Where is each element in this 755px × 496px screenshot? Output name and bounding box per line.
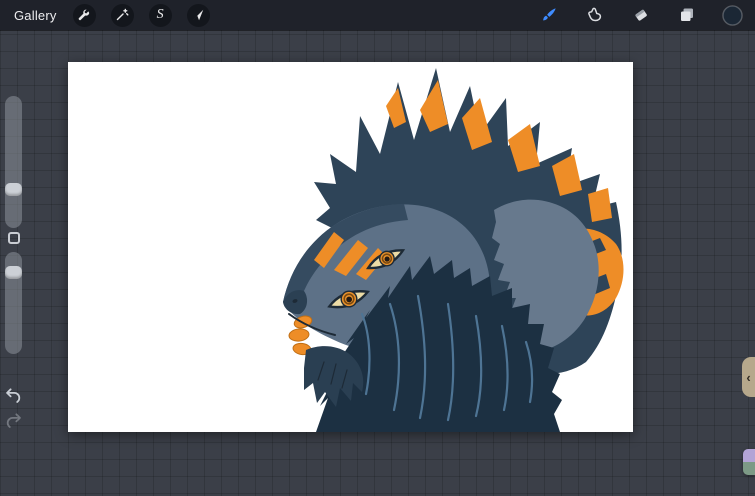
smudge-tool-button[interactable] xyxy=(584,5,605,26)
color-button[interactable] xyxy=(722,4,743,26)
procreate-screen: Gallery S ‹ xyxy=(0,0,755,496)
redo-arrow-icon xyxy=(6,413,21,428)
paint-tool-button[interactable] xyxy=(538,5,559,26)
wrench-icon xyxy=(78,9,90,21)
selection-s-icon: S xyxy=(156,7,164,22)
transform-arrow-icon xyxy=(193,9,204,21)
mini-palette-swatch-bottom xyxy=(743,462,755,475)
chin-mark xyxy=(288,328,310,342)
crest-stripe xyxy=(588,188,612,222)
layers-button[interactable] xyxy=(676,5,697,26)
drawing-canvas[interactable] xyxy=(68,62,633,432)
erase-tool-button[interactable] xyxy=(630,5,651,26)
undo-button[interactable] xyxy=(4,386,23,408)
top-toolbar: Gallery S xyxy=(0,0,755,30)
brush-size-slider[interactable] xyxy=(5,96,22,228)
modify-button[interactable] xyxy=(8,232,20,244)
transform-button[interactable] xyxy=(186,3,210,27)
eraser-icon xyxy=(634,9,647,21)
paint-tools-group xyxy=(538,4,745,26)
redo-button[interactable] xyxy=(4,411,23,433)
chevron-left-icon: ‹ xyxy=(746,369,751,385)
adjustments-button[interactable] xyxy=(110,3,134,27)
brush-size-slider-handle[interactable] xyxy=(5,183,22,196)
layers-icon xyxy=(680,8,693,21)
mini-palette-tab[interactable] xyxy=(743,449,755,475)
paintbrush-icon xyxy=(543,7,556,20)
actions-button[interactable] xyxy=(72,3,96,27)
gallery-button[interactable]: Gallery xyxy=(14,8,57,23)
smudge-finger-icon xyxy=(587,7,601,22)
undo-arrow-icon xyxy=(6,388,21,403)
opacity-slider-handle[interactable] xyxy=(5,266,22,279)
sidebar-pull-tab[interactable]: ‹ xyxy=(742,357,755,397)
color-circle-icon xyxy=(722,4,743,26)
selection-button[interactable]: S xyxy=(148,3,172,27)
magic-wand-icon xyxy=(116,8,129,21)
creature-artwork xyxy=(283,68,624,432)
mini-palette-swatch-top xyxy=(743,449,755,462)
